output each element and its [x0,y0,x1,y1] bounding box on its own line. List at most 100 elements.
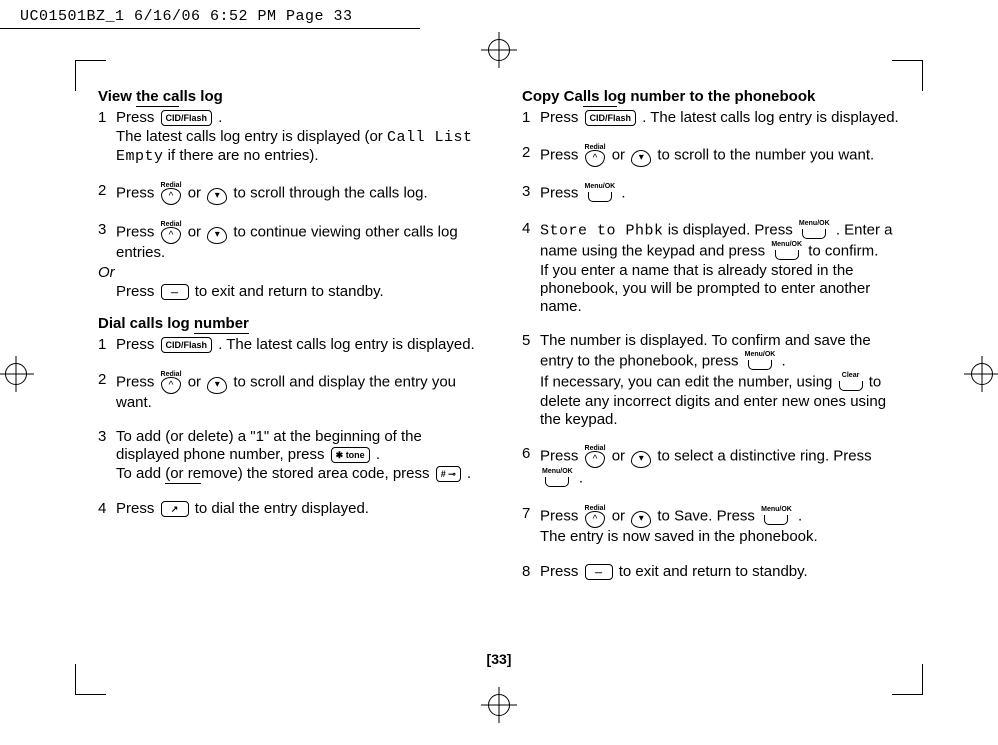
text: to exit and return to standby. [195,283,384,300]
header-line [0,28,420,29]
text: The number is displayed. To confirm and … [540,332,871,369]
tone-key-icon: ✱ tone [331,447,370,463]
text: . [467,465,471,482]
text: Press [116,109,159,126]
down-key-icon: x▾ [631,445,651,468]
text: Press [540,448,583,465]
registration-mark-top [481,32,517,68]
step-2: 2 Press Redial^ or x▾ to scroll to the n… [522,144,900,167]
text: . [621,184,625,201]
step-4: 4 Store to Phbk is displayed. Press Menu… [522,220,900,317]
step-1: 1 Press CID/Flash . The latest calls log… [98,109,476,166]
text: to Save. Press [657,508,759,525]
text: or [188,185,206,202]
step-body: Press Redial^ or x▾ to Save. Press Menu/… [540,505,900,546]
step-3: 3 To add (or delete) a "1" at the beginn… [98,428,476,484]
redial-key-icon: Redial^ [161,371,182,394]
talk-key-icon: ↗ [161,501,189,517]
text: or [612,508,630,525]
step-num: 1 [98,336,116,354]
step-num: 5 [522,332,540,429]
cid-flash-key-icon: CID/Flash [161,337,213,353]
text: to scroll to the number you want. [657,146,874,163]
registration-mark-bottom [481,687,517,723]
or-body: Press ⏤ to exit and return to standby. [116,283,476,301]
mono-text: Store to Phbk [540,222,664,239]
text: to dial the entry displayed. [195,500,369,517]
text: Press [116,500,159,517]
step-body: Press Redial^ or x▾ to continue viewing … [116,221,476,262]
step-body: Press ↗ to dial the entry displayed. [116,500,476,518]
crop-mark-br [892,664,923,695]
registration-mark-right [964,356,998,392]
step-num: 4 [522,220,540,317]
text: if there are no entries). [164,147,319,164]
step-num: 1 [98,109,116,166]
text: or [188,373,206,390]
text: Press [540,109,583,126]
crop-mark-tl [75,60,106,91]
clear-key-icon: Clear [839,372,863,393]
text: or [612,146,630,163]
down-key-icon: x▾ [631,505,651,528]
menu-ok-key-icon: Menu/OK [585,183,616,204]
text: Press [116,283,159,300]
step-num: 7 [522,505,540,546]
menu-ok-key-icon: Menu/OK [799,220,830,241]
menu-ok-key-icon: Menu/OK [761,506,792,527]
step-body: Press CID/Flash . The latest calls log e… [540,109,900,127]
text: is displayed. Press [664,221,797,238]
step-num: 8 [522,563,540,581]
crop-mark-tr [892,60,923,91]
print-header: UC01501BZ_1 6/16/06 6:52 PM Page 33 [20,8,353,25]
step-num: 3 [98,428,116,484]
redial-key-icon: Redial^ [585,505,606,528]
end-key-icon: ⏤ [585,564,613,580]
or-label: Or [98,264,476,282]
text: . [376,446,380,463]
text: If you enter a name that is already stor… [540,262,870,316]
heading-view-calls-log: View the calls log [98,88,476,107]
text: . [782,352,786,369]
step-body: Press Menu/OK . [540,183,900,204]
text: Press [116,336,159,353]
left-column: View the calls log 1 Press CID/Flash . T… [98,88,476,645]
step-num: 2 [522,144,540,167]
menu-ok-key-icon: Menu/OK [542,468,573,489]
step-body: Press CID/Flash . The latest calls log e… [116,336,476,354]
step-body: Store to Phbk is displayed. Press Menu/O… [540,220,900,317]
end-key-icon: ⏤ [161,284,189,300]
text: or [612,448,630,465]
heading-copy-calls-log: Copy Calls log number to the phonebook [522,88,900,107]
step-6: 6 Press Redial^ or x▾ to select a distin… [522,445,900,489]
redial-key-icon: Redial^ [585,445,606,468]
text: to exit and return to standby. [619,563,808,580]
step-body: Press CID/Flash . The latest calls log e… [116,109,476,166]
page-content: View the calls log 1 Press CID/Flash . T… [98,88,900,645]
step-body: Press Redial^ or x▾ to scroll and displa… [116,371,476,412]
step-num: 6 [522,445,540,489]
page-number: [33] [487,651,512,667]
text: To add (or remove) the stored area code,… [116,465,434,482]
text: . The latest calls log entry is displaye… [218,336,475,353]
cid-flash-key-icon: CID/Flash [585,110,637,126]
crop-mark-bl [75,664,106,695]
text: Press [116,224,159,241]
down-key-icon: x▾ [207,182,227,205]
down-key-icon: x▾ [631,144,651,167]
step-body: Press Redial^ or x▾ to scroll to the num… [540,144,900,167]
redial-key-icon: Redial^ [161,221,182,244]
text: Press [540,184,583,201]
menu-ok-key-icon: Menu/OK [745,351,776,372]
step-3: 3 Press Menu/OK . [522,183,900,204]
step-2: 2 Press Redial^ or x▾ to scroll and disp… [98,371,476,412]
step-num: 1 [522,109,540,127]
step-7: 7 Press Redial^ or x▾ to Save. Press Men… [522,505,900,546]
down-key-icon: x▾ [207,371,227,394]
step-body: Press Redial^ or x▾ to select a distinct… [540,445,900,489]
text: Press [540,508,583,525]
step-num: 3 [98,221,116,262]
step-2: 2 Press Redial^ or x▾ to scroll through … [98,182,476,205]
text: The latest calls log entry is displayed … [116,128,387,145]
text: or [188,224,206,241]
